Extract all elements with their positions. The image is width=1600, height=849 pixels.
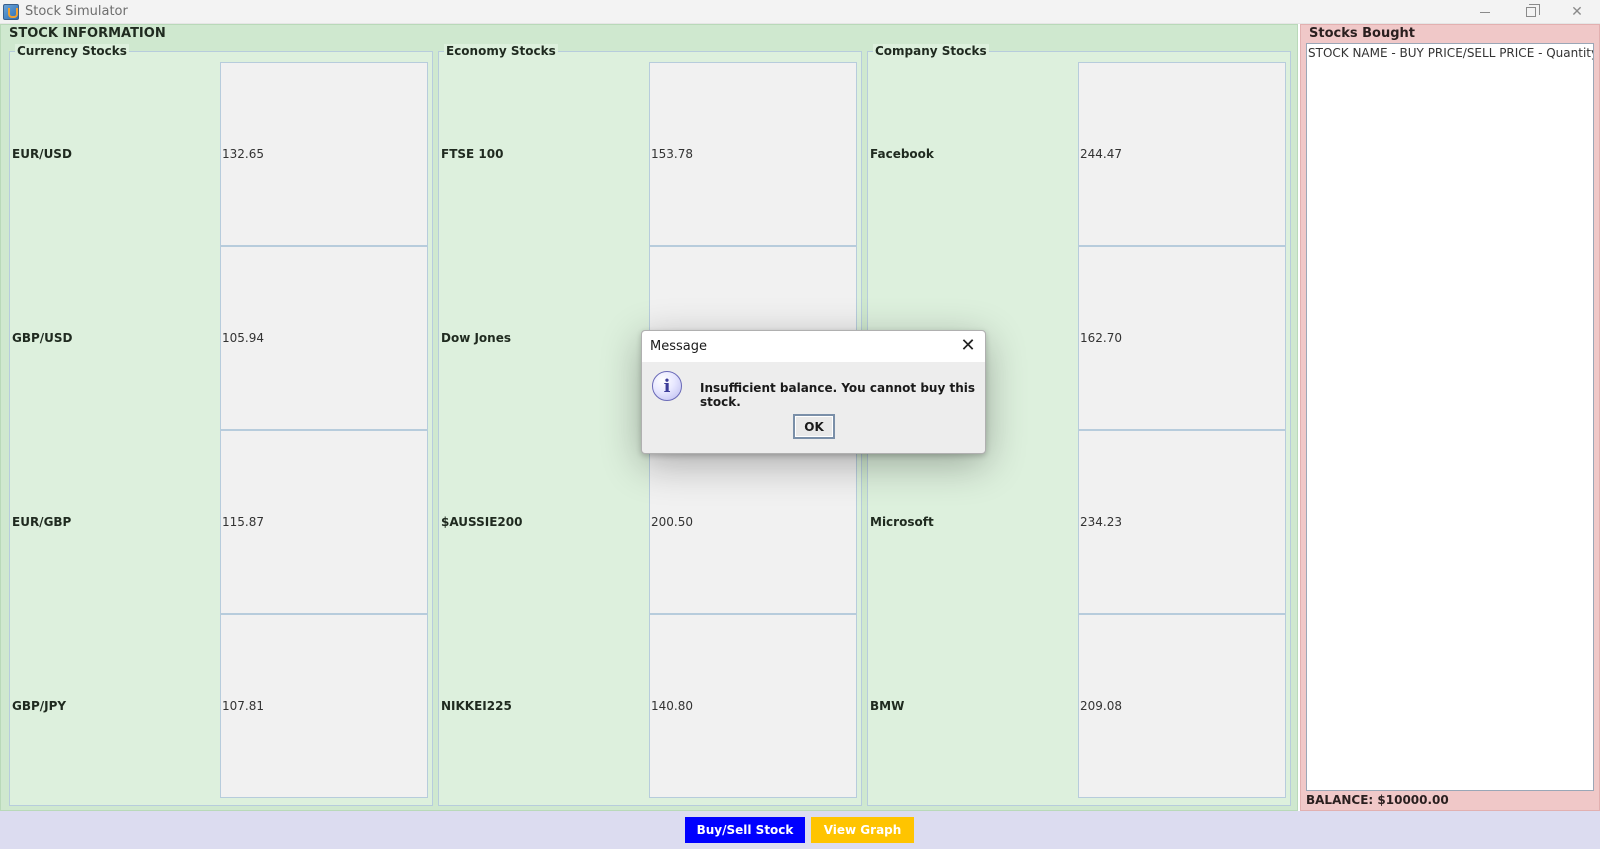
close-icon: ✕ [1571, 4, 1583, 20]
stock-name: Facebook [870, 147, 934, 161]
price-cell: 105.94 [220, 246, 428, 430]
stock-row[interactable]: Microsoft 234.23 [868, 430, 1290, 614]
balance-label: BALANCE: $10000.00 [1306, 793, 1449, 807]
stock-row[interactable]: Facebook 244.47 [868, 62, 1290, 246]
dialog-header: Message ✕ [642, 331, 985, 362]
stock-row[interactable]: EUR/GBP 115.87 [10, 430, 432, 614]
stock-name: EUR/GBP [12, 515, 72, 529]
stock-price: 140.80 [651, 699, 693, 713]
stock-name: NIKKEI225 [441, 699, 512, 713]
price-cell: 200.50 [649, 430, 857, 614]
price-cell: 234.23 [1078, 430, 1286, 614]
window-title: Stock Simulator [25, 4, 128, 19]
stock-price: 107.81 [222, 699, 264, 713]
window-controls: ✕ [1462, 0, 1600, 24]
bottom-button-bar: Buy/Sell Stock View Graph [0, 811, 1600, 849]
stock-row[interactable]: GBP/JPY 107.81 [10, 614, 432, 798]
dialog-message: Insufficient balance. You cannot buy thi… [700, 381, 976, 409]
dialog-close-button[interactable]: ✕ [959, 337, 977, 355]
stock-price: 234.23 [1080, 515, 1122, 529]
group-title: Company Stocks [873, 44, 989, 58]
stock-name: Microsoft [870, 515, 934, 529]
stock-price: 132.65 [222, 147, 264, 161]
close-window-button[interactable]: ✕ [1554, 0, 1600, 24]
price-cell: 244.47 [1078, 62, 1286, 246]
stock-price: 153.78 [651, 147, 693, 161]
stocks-bought-panel: Stocks Bought STOCK NAME - BUY PRICE/SEL… [1300, 24, 1600, 811]
stocks-bought-textarea[interactable]: STOCK NAME - BUY PRICE/SELL PRICE - Quan… [1306, 43, 1594, 791]
stock-row[interactable]: FTSE 100 153.78 [439, 62, 861, 246]
java-app-icon [3, 3, 19, 20]
stock-row[interactable]: $AUSSIE200 200.50 [439, 430, 861, 614]
info-icon: i [652, 371, 682, 401]
panel-title: STOCK INFORMATION [9, 26, 166, 41]
stock-price: 200.50 [651, 515, 693, 529]
window-titlebar: Stock Simulator ✕ [0, 0, 1600, 24]
stock-row[interactable]: GBP/USD 105.94 [10, 246, 432, 430]
view-graph-button[interactable]: View Graph [811, 817, 914, 843]
stocks-bought-header-line: STOCK NAME - BUY PRICE/SELL PRICE - Quan… [1308, 46, 1594, 60]
price-cell: 140.80 [649, 614, 857, 798]
price-cell: 132.65 [220, 62, 428, 246]
stock-price: 115.87 [222, 515, 264, 529]
currency-stocks-group: Currency Stocks EUR/USD 132.65 GBP/USD 1… [9, 44, 433, 806]
stock-price: 162.70 [1080, 331, 1122, 345]
price-cell: 162.70 [1078, 246, 1286, 430]
buy-sell-stock-button[interactable]: Buy/Sell Stock [685, 817, 805, 843]
stock-row[interactable]: BMW 209.08 [868, 614, 1290, 798]
group-title: Currency Stocks [15, 44, 129, 58]
stock-name: EUR/USD [12, 147, 72, 161]
group-title: Economy Stocks [444, 44, 558, 58]
stock-row[interactable]: EUR/USD 132.65 [10, 62, 432, 246]
minimize-icon [1480, 11, 1490, 13]
ok-button[interactable]: OK [793, 414, 835, 439]
price-cell: 209.08 [1078, 614, 1286, 798]
restore-icon [1526, 4, 1540, 17]
price-cell: 107.81 [220, 614, 428, 798]
minimize-button[interactable] [1462, 0, 1508, 24]
stock-row[interactable]: NIKKEI225 140.80 [439, 614, 861, 798]
stock-name: BMW [870, 699, 905, 713]
stock-price: 105.94 [222, 331, 264, 345]
stock-name: GBP/USD [12, 331, 73, 345]
message-dialog: Message ✕ i Insufficient balance. You ca… [641, 330, 986, 454]
stock-name: $AUSSIE200 [441, 515, 523, 529]
stock-price: 209.08 [1080, 699, 1122, 713]
stock-price: 244.47 [1080, 147, 1122, 161]
stock-name: Dow Jones [441, 331, 512, 345]
stock-name: FTSE 100 [441, 147, 504, 161]
stock-name: GBP/JPY [12, 699, 67, 713]
stocks-bought-title: Stocks Bought [1309, 26, 1415, 41]
price-cell: 153.78 [649, 62, 857, 246]
dialog-title: Message [650, 339, 707, 354]
price-cell: 115.87 [220, 430, 428, 614]
restore-button[interactable] [1508, 0, 1554, 24]
